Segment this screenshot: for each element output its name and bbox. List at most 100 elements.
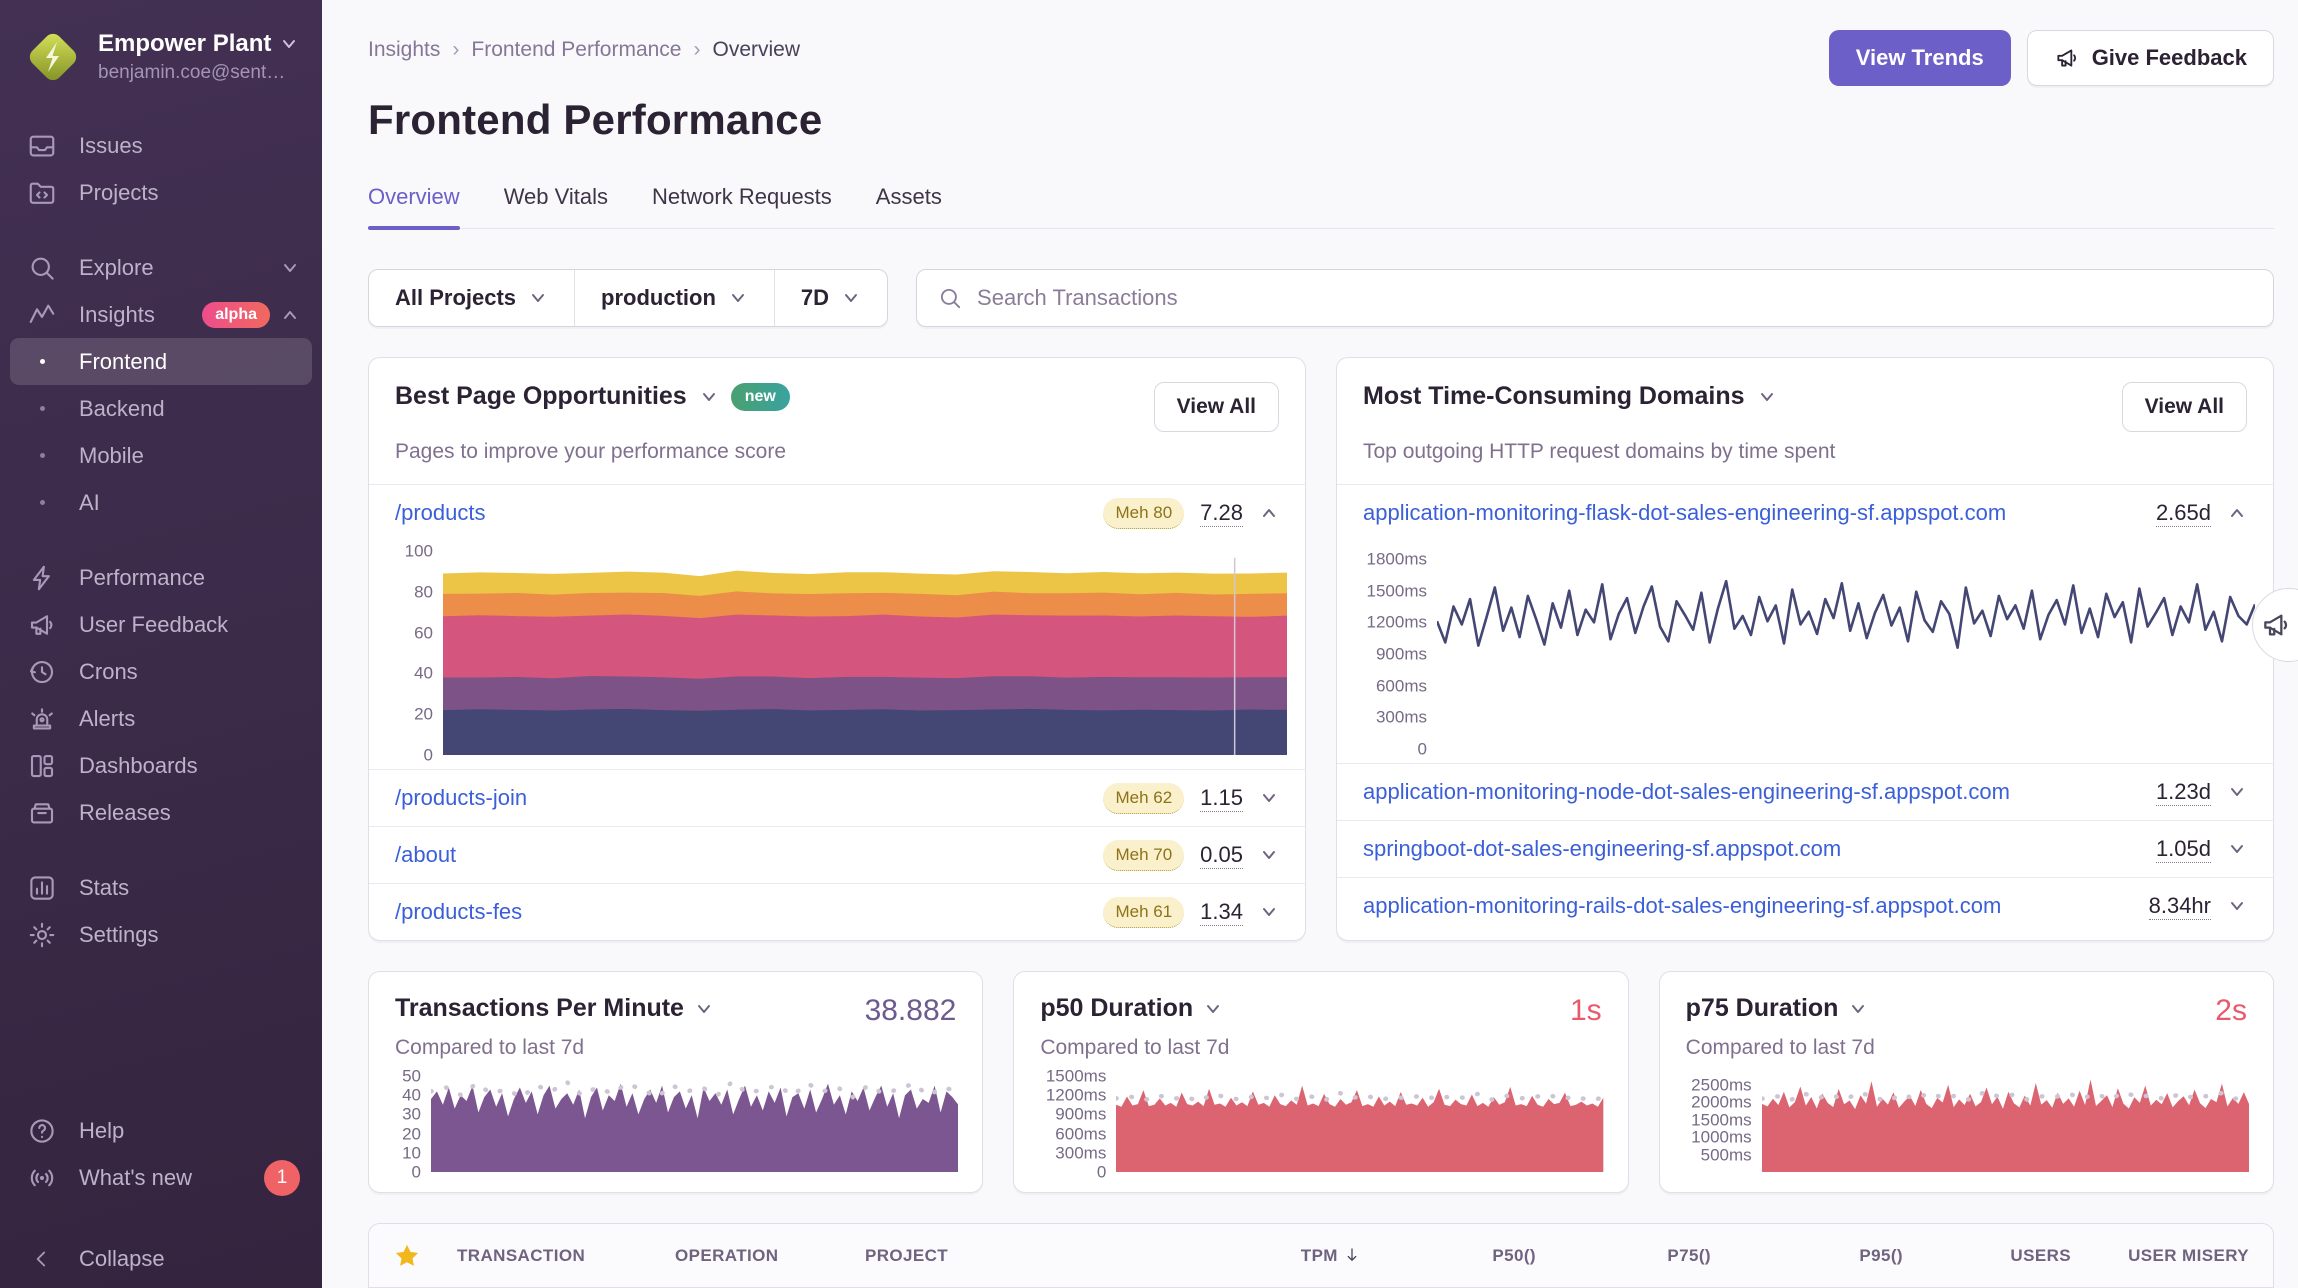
chevron-down-icon[interactable]: [699, 387, 719, 407]
chevron-down-icon[interactable]: [1203, 999, 1223, 1019]
sidebar-item-performance[interactable]: Performance: [0, 554, 322, 601]
sidebar-item-label: Backend: [79, 396, 165, 422]
sidebar-item-label: Frontend: [79, 349, 167, 375]
view-trends-button[interactable]: View Trends: [1829, 30, 2011, 86]
chevron-down-icon[interactable]: [2227, 896, 2247, 916]
sidebar-collapse-button[interactable]: Collapse: [0, 1235, 322, 1282]
domain-link[interactable]: application-monitoring-rails-dot-sales-e…: [1363, 893, 2001, 919]
page-link[interactable]: /about: [395, 842, 456, 868]
opportunity-value[interactable]: 1.34: [1200, 899, 1243, 926]
search-input[interactable]: [977, 285, 2253, 311]
give-feedback-button[interactable]: Give Feedback: [2027, 30, 2274, 86]
opportunity-value[interactable]: 7.28: [1200, 500, 1243, 527]
domain-row-node: application-monitoring-node-dot-sales-en…: [1337, 764, 2273, 820]
sidebar-item-insights[interactable]: Insights alpha: [0, 291, 322, 338]
chevron-down-icon[interactable]: [2227, 782, 2247, 802]
sidebar-item-stats[interactable]: Stats: [0, 864, 322, 911]
chevron-down-icon[interactable]: [694, 999, 714, 1019]
insights-icon: [26, 300, 58, 330]
chevron-down-icon[interactable]: [1259, 845, 1279, 865]
sidebar-item-backend[interactable]: Backend: [0, 385, 322, 432]
sidebar-item-explore[interactable]: Explore: [0, 244, 322, 291]
column-header-operation[interactable]: OPERATION: [675, 1246, 865, 1266]
chevron-down-icon[interactable]: [1259, 788, 1279, 808]
y-axis-labels: 100806040200: [377, 551, 443, 755]
chevron-down-icon[interactable]: [1848, 999, 1868, 1019]
date-range-filter[interactable]: 7D: [774, 270, 887, 326]
chevron-down-icon: [279, 34, 299, 54]
clock-icon: [26, 657, 58, 687]
score-badge[interactable]: Meh 62: [1103, 783, 1184, 814]
breadcrumb-insights[interactable]: Insights: [368, 38, 440, 62]
sidebar-item-help[interactable]: Help: [0, 1107, 322, 1154]
column-header-user-misery[interactable]: USER MISERY: [2071, 1246, 2249, 1266]
page-link[interactable]: /products-join: [395, 785, 527, 811]
column-header-transaction[interactable]: TRANSACTION: [457, 1246, 675, 1266]
domain-link[interactable]: application-monitoring-node-dot-sales-en…: [1363, 779, 2010, 805]
card-subtitle: Compared to last 7d: [1660, 1028, 2273, 1060]
column-header-p95[interactable]: P95(): [1711, 1246, 1903, 1266]
p75-chart: 2500ms2000ms1500ms1000ms500ms: [1660, 1060, 2273, 1192]
sidebar-item-settings[interactable]: Settings: [0, 911, 322, 958]
breadcrumb-separator: [452, 38, 459, 62]
give-feedback-label: Give Feedback: [2092, 45, 2247, 71]
opportunity-value[interactable]: 1.15: [1200, 785, 1243, 812]
chevron-down-icon[interactable]: [1757, 387, 1777, 407]
environment-filter[interactable]: production: [574, 270, 774, 326]
domain-link[interactable]: application-monitoring-flask-dot-sales-e…: [1363, 500, 2006, 526]
star-icon[interactable]: [393, 1242, 421, 1270]
chevron-up-icon[interactable]: [2227, 503, 2247, 523]
time-spent-value[interactable]: 1.05d: [2156, 836, 2211, 863]
page-score-chart: 100806040200: [369, 541, 1305, 769]
page-link[interactable]: /products: [395, 500, 486, 526]
tab-network-requests[interactable]: Network Requests: [652, 184, 832, 228]
bullet-icon: [26, 453, 58, 458]
tpm-chart: 50403020100: [369, 1060, 982, 1192]
y-axis-labels: 2500ms2000ms1500ms1000ms500ms: [1670, 1076, 1762, 1172]
time-spent-value[interactable]: 1.23d: [2156, 779, 2211, 806]
chevron-down-icon[interactable]: [2227, 839, 2247, 859]
project-filter[interactable]: All Projects: [369, 270, 574, 326]
sidebar-item-label: Stats: [79, 875, 300, 901]
column-header-p50[interactable]: P50(): [1361, 1246, 1536, 1266]
sidebar-item-projects[interactable]: Projects: [0, 169, 322, 216]
sidebar-item-crons[interactable]: Crons: [0, 648, 322, 695]
view-all-button[interactable]: View All: [1154, 382, 1279, 432]
tab-web-vitals[interactable]: Web Vitals: [504, 184, 608, 228]
card-subtitle: Compared to last 7d: [369, 1028, 982, 1060]
domain-link[interactable]: springboot-dot-sales-engineering-sf.apps…: [1363, 836, 1841, 862]
breadcrumb-frontend-performance[interactable]: Frontend Performance: [471, 38, 681, 62]
time-spent-value[interactable]: 8.34hr: [2149, 893, 2211, 920]
score-badge[interactable]: Meh 80: [1103, 498, 1184, 529]
tab-overview[interactable]: Overview: [368, 184, 460, 228]
column-header-p75[interactable]: P75(): [1536, 1246, 1711, 1266]
page-link[interactable]: /products-fes: [395, 899, 522, 925]
tab-assets[interactable]: Assets: [876, 184, 942, 228]
sidebar-item-releases[interactable]: Releases: [0, 789, 322, 836]
column-header-project[interactable]: PROJECT: [865, 1246, 1161, 1266]
opportunity-value[interactable]: 0.05: [1200, 842, 1243, 869]
column-header-users[interactable]: USERS: [1903, 1246, 2071, 1266]
view-all-button[interactable]: View All: [2122, 382, 2247, 432]
chevron-up-icon[interactable]: [1259, 503, 1279, 523]
org-switcher[interactable]: Empower Plant benjamin.coe@sent…: [0, 24, 322, 96]
sidebar-item-label: AI: [79, 490, 100, 516]
chevron-down-icon[interactable]: [1259, 902, 1279, 922]
column-header-tpm[interactable]: TPM: [1161, 1246, 1361, 1266]
score-badge[interactable]: Meh 70: [1103, 840, 1184, 871]
sidebar-item-frontend[interactable]: Frontend: [10, 338, 312, 385]
sidebar-item-dashboards[interactable]: Dashboards: [0, 742, 322, 789]
time-spent-value[interactable]: 2.65d: [2156, 500, 2211, 527]
card-title: p75 Duration: [1686, 994, 1839, 1023]
p50-duration-card: p50 Duration 1s Compared to last 7d 1500…: [1013, 971, 1628, 1193]
sidebar-item-alerts[interactable]: Alerts: [0, 695, 322, 742]
tpm-value: 38.882: [865, 994, 957, 1028]
sidebar-item-issues[interactable]: Issues: [0, 122, 322, 169]
score-badge[interactable]: Meh 61: [1103, 897, 1184, 928]
sidebar-item-ai[interactable]: AI: [0, 479, 322, 526]
gear-icon: [26, 920, 58, 950]
sidebar-item-whats-new[interactable]: What's new 1: [0, 1154, 322, 1201]
breadcrumb-separator: [693, 38, 700, 62]
sidebar-item-mobile[interactable]: Mobile: [0, 432, 322, 479]
sidebar-item-user-feedback[interactable]: User Feedback: [0, 601, 322, 648]
